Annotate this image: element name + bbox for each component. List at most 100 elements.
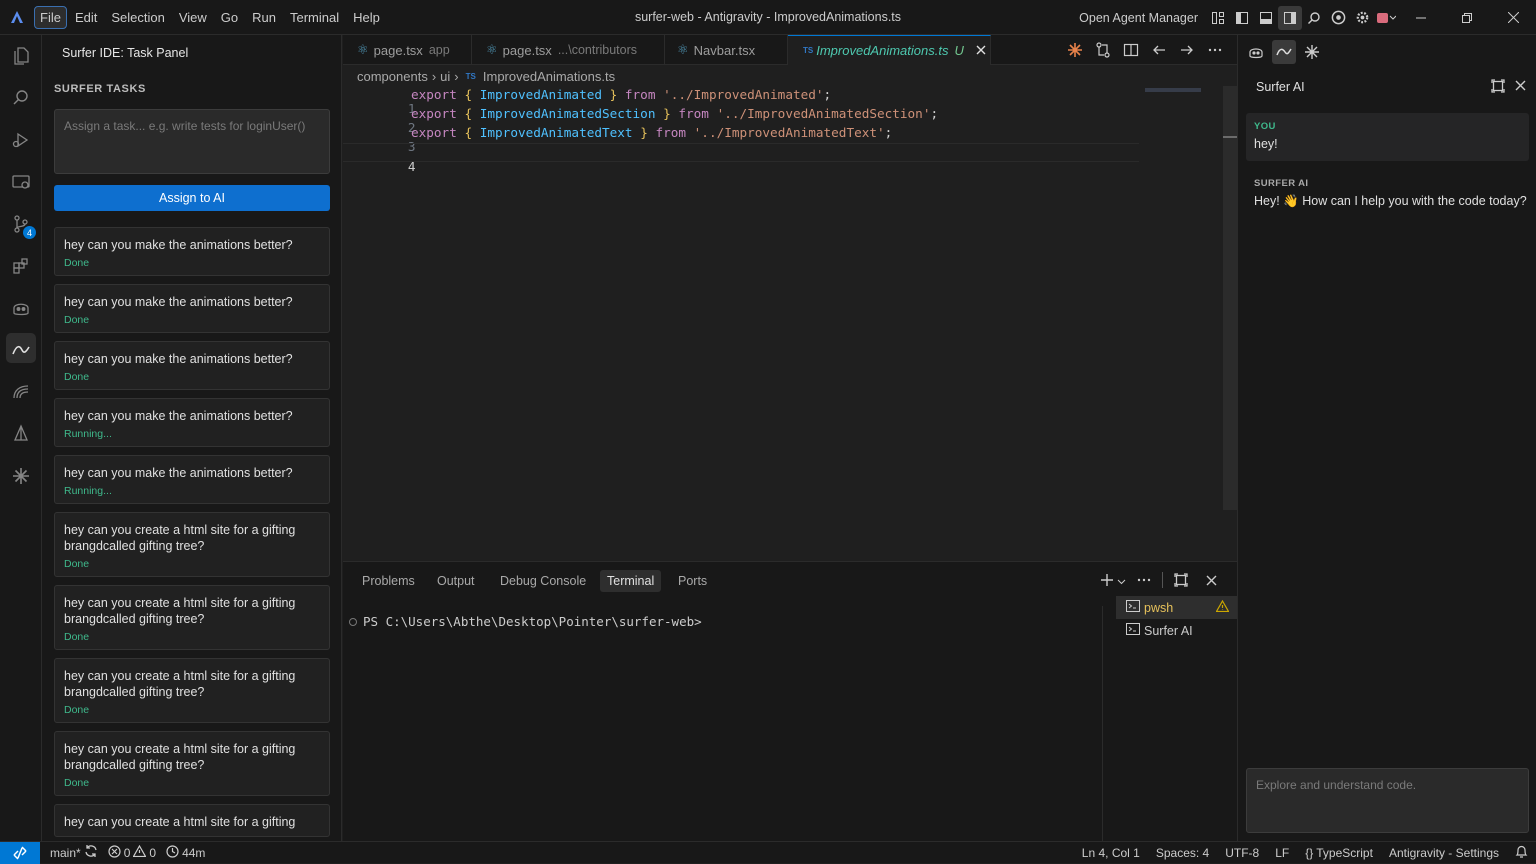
agents-icon[interactable] [0, 371, 42, 413]
more-actions-icon[interactable] [1203, 38, 1227, 62]
breadcrumb-item[interactable]: components [357, 69, 428, 84]
extensions-icon[interactable] [0, 245, 42, 287]
terminal-item-surfer-ai[interactable]: Surfer AI [1116, 619, 1237, 642]
terminal-output[interactable]: PS C:\Users\Abthe\Desktop\Pointer\surfer… [349, 614, 702, 629]
sparkle-icon[interactable] [0, 455, 42, 497]
indentation[interactable]: Spaces: 4 [1156, 846, 1209, 860]
close-panel-icon[interactable] [1199, 568, 1223, 592]
surfer-wave-icon[interactable] [0, 329, 42, 371]
task-card[interactable]: hey can you make the animations better? D… [54, 284, 330, 333]
sparkle-icon[interactable] [1300, 40, 1324, 64]
menu-file[interactable]: File [34, 5, 67, 29]
chevron-down-icon[interactable] [1117, 573, 1126, 588]
language-mode[interactable]: {} TypeScript [1305, 846, 1373, 860]
activity-bar: 4 [0, 35, 42, 841]
code-editor[interactable]: 1 export { ImprovedAnimated } from '../I… [343, 86, 1237, 561]
compare-changes-icon[interactable] [1091, 38, 1115, 62]
task-input[interactable] [54, 109, 330, 174]
copilot-icon[interactable] [1244, 40, 1268, 64]
menu-selection[interactable]: Selection [105, 6, 170, 29]
tab-page-app[interactable]: ⚛ page.tsx app [343, 35, 472, 65]
account-icon[interactable] [1374, 6, 1398, 30]
terminal-divider [1102, 606, 1103, 842]
restore-button[interactable] [1444, 0, 1490, 35]
tab-page-contributors[interactable]: ⚛ page.tsx ...\contributors [472, 35, 665, 65]
more-actions-icon[interactable] [1132, 568, 1156, 592]
remote-explorer-icon[interactable] [0, 161, 42, 203]
tab-debug-console[interactable]: Debug Console [493, 570, 593, 592]
task-text: hey can you create a html site for a gif… [64, 742, 296, 772]
maximize-chat-icon[interactable] [1491, 79, 1505, 96]
menu-terminal[interactable]: Terminal [284, 6, 345, 29]
task-card[interactable]: hey can you create a html site for a gif… [54, 512, 330, 577]
chrome-icon[interactable] [1326, 6, 1350, 30]
tab-output[interactable]: Output [430, 570, 482, 592]
antigravity-settings[interactable]: Antigravity - Settings [1389, 846, 1499, 860]
task-status: Running... [64, 428, 112, 440]
tab-label: ImprovedAnimations.ts [816, 43, 949, 58]
split-editor-icon[interactable] [1119, 38, 1143, 62]
tab-terminal[interactable]: Terminal [600, 570, 662, 592]
notifications-bell-icon[interactable] [1515, 845, 1528, 862]
breadcrumb-file[interactable]: ImprovedAnimations.ts [483, 69, 615, 84]
sparkle-action-icon[interactable] [1063, 38, 1087, 62]
close-chat-icon[interactable] [1515, 79, 1526, 96]
toggle-secondary-sidebar-icon[interactable] [1278, 5, 1302, 30]
editor-actions [1063, 38, 1227, 62]
run-debug-icon[interactable] [0, 119, 42, 161]
remote-indicator[interactable] [0, 841, 40, 864]
branch-status[interactable]: main* [50, 844, 98, 861]
sail-icon[interactable] [0, 413, 42, 455]
menu-go[interactable]: Go [215, 6, 244, 29]
source-control-icon[interactable]: 4 [0, 203, 42, 245]
toggle-panel-icon[interactable] [1254, 6, 1278, 30]
settings-gear-icon[interactable] [1350, 6, 1374, 30]
go-back-icon[interactable] [1147, 38, 1171, 62]
explorer-icon[interactable] [0, 35, 42, 77]
tab-improved-animations[interactable]: TS ImprovedAnimations.ts U [788, 35, 991, 65]
cursor-position[interactable]: Ln 4, Col 1 [1082, 846, 1140, 860]
encoding[interactable]: UTF-8 [1225, 846, 1259, 860]
tab-ports[interactable]: Ports [671, 570, 714, 592]
search-view-icon[interactable] [0, 77, 42, 119]
new-terminal-icon[interactable] [1095, 568, 1119, 592]
task-card[interactable]: hey can you make the animations better? R… [54, 398, 330, 447]
menu-view[interactable]: View [173, 6, 213, 29]
breadcrumb-item[interactable]: ui [440, 69, 450, 84]
close-tab-icon[interactable] [976, 43, 986, 58]
tab-problems[interactable]: Problems [355, 570, 422, 592]
menu-edit[interactable]: Edit [69, 6, 103, 29]
task-card[interactable]: hey can you make the animations better? D… [54, 341, 330, 390]
sync-icon[interactable] [84, 844, 98, 861]
copilot-icon[interactable] [0, 287, 42, 329]
tab-navbar[interactable]: ⚛ Navbar.tsx [665, 35, 788, 65]
minimize-button[interactable] [1398, 0, 1444, 35]
problems-status[interactable]: 0 0 [108, 844, 156, 861]
close-window-button[interactable] [1490, 0, 1536, 35]
maximize-panel-icon[interactable] [1169, 568, 1193, 592]
time-status[interactable]: 44m [166, 844, 205, 861]
task-card[interactable]: hey can you make the animations better? R… [54, 455, 330, 504]
assign-to-ai-button[interactable]: Assign to AI [54, 185, 330, 211]
task-text: hey can you make the animations better? [64, 466, 293, 480]
menu-run[interactable]: Run [246, 6, 282, 29]
chat-view-switcher [1244, 40, 1324, 64]
customize-layout-icon[interactable] [1206, 6, 1230, 30]
terminal-item-pwsh[interactable]: pwsh [1116, 596, 1237, 619]
surfer-wave-icon[interactable] [1272, 40, 1296, 64]
editor-scrollbar[interactable] [1223, 86, 1237, 510]
menu-help[interactable]: Help [347, 6, 386, 29]
minimap[interactable] [1145, 88, 1201, 92]
task-card[interactable]: hey can you make the animations better? D… [54, 227, 330, 276]
task-card[interactable]: hey can you create a html site for a gif… [54, 585, 330, 650]
search-icon[interactable] [1302, 6, 1326, 30]
terminal-list: pwsh Surfer AI [1116, 596, 1237, 642]
task-card[interactable]: hey can you create a html site for a gif… [54, 804, 330, 837]
toggle-primary-sidebar-icon[interactable] [1230, 6, 1254, 30]
end-of-line[interactable]: LF [1275, 846, 1289, 860]
task-card[interactable]: hey can you create a html site for a gif… [54, 658, 330, 723]
task-card[interactable]: hey can you create a html site for a gif… [54, 731, 330, 796]
go-forward-icon[interactable] [1175, 38, 1199, 62]
chat-input[interactable] [1246, 768, 1529, 833]
open-agent-manager-button[interactable]: Open Agent Manager [1079, 11, 1198, 25]
